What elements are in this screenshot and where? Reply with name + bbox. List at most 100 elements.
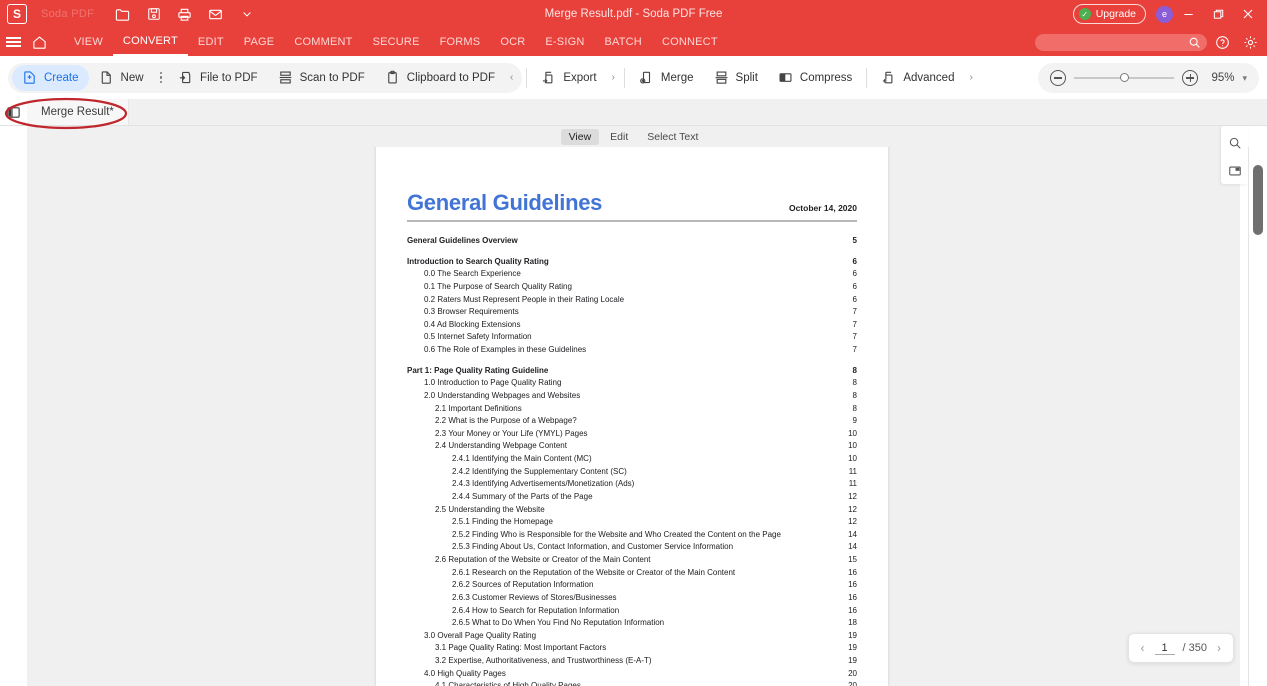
next-page-button[interactable]: › [1215,641,1223,655]
toc-entry[interactable]: 1.0 Introduction to Page Quality Rating 8 [407,377,857,390]
toc-entry-page: 10 [848,428,857,438]
document-tab[interactable]: Merge Result* [27,99,129,125]
search-icon [1188,36,1201,54]
menu-item-page[interactable]: PAGE [234,28,285,56]
toc-entry[interactable]: 0.2 Raters Must Represent People in thei… [407,294,857,307]
toc-entry[interactable]: 0.1 The Purpose of Search Quality Rating… [407,281,857,294]
toc-entry[interactable]: 2.5.1 Finding the Homepage 12 [407,516,857,529]
export-button[interactable]: Export [531,65,606,91]
toc-entry[interactable]: 2.4.2 Identifying the Supplementary Cont… [407,466,857,479]
current-page-input[interactable]: 1 [1154,642,1175,655]
new-overflow-menu[interactable] [154,71,169,84]
toc-entry[interactable]: 3.0 Overall Page Quality Rating 19 [407,630,857,643]
toc-entry[interactable]: 2.3 Your Money or Your Life (YMYL) Pages… [407,428,857,441]
avatar[interactable]: e [1156,5,1173,23]
toc-entry-label: 0.0 The Search Experience [424,269,521,279]
create-button[interactable]: Create [12,64,89,91]
toc-entry[interactable]: Part 1: Page Quality Rating Guideline 8 [407,365,857,378]
vertical-scrollbar[interactable] [1248,147,1267,686]
maximize-button[interactable] [1203,0,1233,28]
toc-entry[interactable]: 0.3 Browser Requirements 7 [407,306,857,319]
hamburger-menu-icon[interactable] [0,28,26,56]
toc-entry[interactable]: 3.2 Expertise, Authoritativeness, and Tr… [407,655,857,668]
panel-icon[interactable] [1222,158,1248,184]
menu-item-edit[interactable]: EDIT [188,28,234,56]
toc-entry[interactable]: 2.6.3 Customer Reviews of Stores/Busines… [407,592,857,605]
email-icon[interactable] [207,6,224,23]
menu-item-esign[interactable]: E-SIGN [535,28,594,56]
minimize-button[interactable] [1173,0,1203,28]
toc-entry[interactable]: 4.1 Characteristics of High Quality Page… [407,680,857,686]
toc-entry[interactable]: 2.4 Understanding Webpage Content 10 [407,440,857,453]
toc-entry-label: 2.2 What is the Purpose of a Webpage? [435,416,577,426]
view-mode-edit[interactable]: Edit [602,129,636,145]
toc-entry[interactable]: 2.6.2 Sources of Reputation Information 1… [407,579,857,592]
toc-entry[interactable]: 0.5 Internet Safety Information 7 [407,331,857,344]
toc-entry[interactable]: 2.6 Reputation of the Website or Creator… [407,554,857,567]
ribbon-collapse-left-button[interactable]: ‹ [505,72,518,83]
chevron-down-icon[interactable] [238,6,255,23]
home-icon[interactable] [26,28,52,56]
menu-item-connect[interactable]: CONNECT [652,28,728,56]
toc-entry[interactable]: 2.6.1 Research on the Reputation of the … [407,567,857,580]
zoom-dropdown-caret[interactable]: ▾ [1242,73,1247,84]
compress-label: Compress [799,71,853,84]
menu-item-view[interactable]: VIEW [64,28,113,56]
clipboard-to-pdf-button[interactable]: Clipboard to PDF [375,65,505,91]
export-more-button[interactable]: › [607,72,620,83]
compress-button[interactable]: Compress [768,65,862,91]
scan-to-pdf-button[interactable]: Scan to PDF [268,65,375,91]
toc-entry[interactable]: 2.5 Understanding the Website 12 [407,504,857,517]
search-input[interactable] [1035,33,1207,54]
toc-entry[interactable]: 4.0 High Quality Pages 20 [407,668,857,681]
advanced-more-button[interactable]: › [964,72,977,83]
toc-entry[interactable]: 0.6 The Role of Examples in these Guidel… [407,344,857,357]
toc-entry[interactable]: 2.4.3 Identifying Advertisements/Monetiz… [407,478,857,491]
menu-item-secure[interactable]: SECURE [363,28,430,56]
merge-button[interactable]: Merge [629,65,704,91]
toc-entry[interactable]: 2.6.5 What to Do When You Find No Reputa… [407,617,857,630]
split-button[interactable]: Split [704,65,768,91]
toc-entry[interactable]: 0.4 Ad Blocking Extensions 7 [407,319,857,332]
open-folder-icon[interactable] [114,6,131,23]
toc-entry[interactable]: General Guidelines Overview 5 [407,235,857,248]
previous-page-button[interactable]: ‹ [1139,641,1147,655]
view-mode-view[interactable]: View [560,128,600,145]
help-icon[interactable] [1209,28,1235,56]
menu-item-ocr[interactable]: OCR [490,28,535,56]
zoom-slider[interactable] [1074,73,1175,83]
advanced-button[interactable]: Advanced [871,65,964,91]
document-canvas[interactable]: General Guidelines October 14, 2020 Gene… [27,147,1240,686]
toc-entry[interactable]: Introduction to Search Quality Rating 6 [407,256,857,269]
toc-entry[interactable]: 2.6.4 How to Search for Reputation Infor… [407,605,857,618]
toc-entry[interactable]: 2.5.2 Finding Who is Responsible for the… [407,529,857,542]
menu-item-forms[interactable]: FORMS [430,28,491,56]
search-icon[interactable] [1222,130,1248,156]
zoom-in-icon[interactable] [1182,70,1199,86]
toc-entry[interactable]: 2.4.4 Summary of the Parts of the Page 12 [407,491,857,504]
toc-entry[interactable]: 2.1 Important Definitions 8 [407,403,857,416]
toc-entry[interactable]: 2.5.3 Finding About Us, Contact Informat… [407,541,857,554]
close-button[interactable] [1233,0,1263,28]
gear-icon[interactable] [1237,28,1263,56]
scrollbar-thumb[interactable] [1253,165,1263,235]
print-icon[interactable] [176,6,193,23]
zoom-out-icon[interactable] [1050,70,1067,86]
view-mode-select-text[interactable]: Select Text [639,129,706,145]
toc-entry[interactable]: 2.0 Understanding Webpages and Websites 8 [407,390,857,403]
toc-entry[interactable]: 0.0 The Search Experience 6 [407,268,857,281]
menu-item-comment[interactable]: COMMENT [284,28,362,56]
save-icon[interactable] [145,6,162,23]
file-to-pdf-button[interactable]: File to PDF [168,65,268,91]
ribbon-export-group: Export › [531,65,620,91]
toggle-sidebar-button[interactable] [0,99,27,125]
toc-entry[interactable]: 3.1 Page Quality Rating: Most Important … [407,642,857,655]
new-button[interactable]: New [89,65,154,91]
toc-entry-label: 4.1 Characteristics of High Quality Page… [435,681,581,686]
menu-item-convert[interactable]: CONVERT [112,28,188,56]
toc-entry[interactable]: 2.2 What is the Purpose of a Webpage? 9 [407,415,857,428]
toc-entry[interactable]: 2.4.1 Identifying the Main Content (MC) 1… [407,453,857,466]
zoom-slider-knob[interactable] [1120,73,1130,83]
menu-item-batch[interactable]: BATCH [594,28,651,56]
upgrade-button[interactable]: ✓ Upgrade [1072,4,1146,24]
